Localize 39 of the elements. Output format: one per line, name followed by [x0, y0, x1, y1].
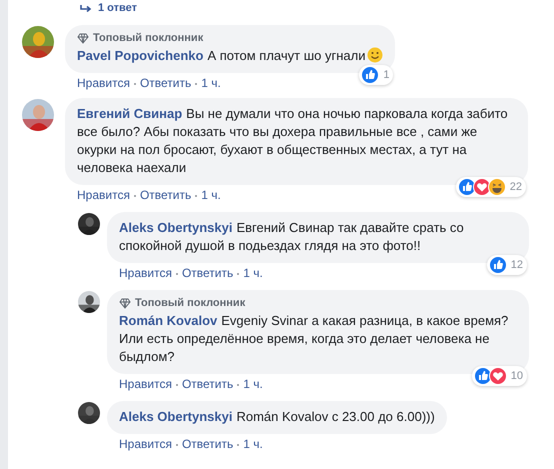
- reaction-count: 12: [510, 259, 523, 271]
- reply-link[interactable]: Ответить: [182, 266, 234, 281]
- like-link[interactable]: Нравится: [119, 437, 172, 452]
- reply-link[interactable]: Ответить: [182, 377, 234, 392]
- author-link[interactable]: Aleks Obertynskyi: [119, 409, 232, 424]
- like-link[interactable]: Нравится: [119, 266, 172, 281]
- like-link[interactable]: Нравится: [77, 188, 130, 203]
- comment-text: Pavel Popovichenko А потом плачут шо угнали: [77, 48, 384, 63]
- like-icon: [361, 66, 380, 84]
- reply-arrow-icon: [80, 4, 92, 13]
- timestamp[interactable]: 1 ч.: [201, 76, 221, 91]
- author-link[interactable]: Román Kovalov: [119, 313, 218, 328]
- diamond-icon: [119, 298, 131, 308]
- reply-link[interactable]: Ответить: [140, 76, 192, 91]
- like-link[interactable]: Нравится: [119, 377, 172, 392]
- reply-link[interactable]: Ответить: [182, 437, 234, 452]
- top-fan-label: Топовый поклонник: [93, 32, 204, 44]
- timestamp[interactable]: 1 ч.: [243, 266, 263, 281]
- author-link[interactable]: Евгений Свинар: [77, 106, 182, 121]
- smiley-icon: [367, 47, 384, 63]
- timestamp[interactable]: 1 ч.: [243, 377, 263, 392]
- like-link[interactable]: Нравится: [77, 76, 130, 91]
- comment-text: Aleks Obertynskyi Евгений Свинар так давайте срать со спокойной душой в подьездах глядя на это фото!!: [119, 220, 464, 253]
- timestamp[interactable]: 1 ч.: [243, 437, 263, 452]
- laughing-face-icon: [488, 178, 506, 196]
- diamond-icon: [77, 32, 89, 44]
- comment-text: Aleks Obertynskyi Román Kovalov с 23.00 до 6.00))): [119, 409, 435, 424]
- author-link[interactable]: Aleks Obertynskyi: [119, 220, 232, 235]
- reply-link[interactable]: Ответить: [140, 188, 192, 203]
- reaction-count: 1: [383, 69, 390, 81]
- comment-text: Román Kovalov Evgeniy Svinar а какая разница, в какое время? Или есть определённое время, когда это делает человека не быдлом?: [119, 313, 508, 364]
- reaction-count: 22: [510, 181, 522, 193]
- like-icon: [488, 256, 507, 274]
- top-fan-label: Топовый поклонник: [135, 297, 246, 309]
- timestamp[interactable]: 1 ч.: [201, 188, 221, 203]
- comment-text: Евгений Свинар Вы не думали что она ночью парковала когда забито все было? Абы показать что вы дохера правильные все , сами же окурки на пол бросают, бухают в общественных местах, а тут на человека наехали: [77, 106, 508, 175]
- reaction-count: 10: [510, 370, 523, 382]
- replies-link[interactable]: 1 ответ: [80, 3, 137, 14]
- author-link[interactable]: Pavel Popovichenko: [77, 48, 204, 63]
